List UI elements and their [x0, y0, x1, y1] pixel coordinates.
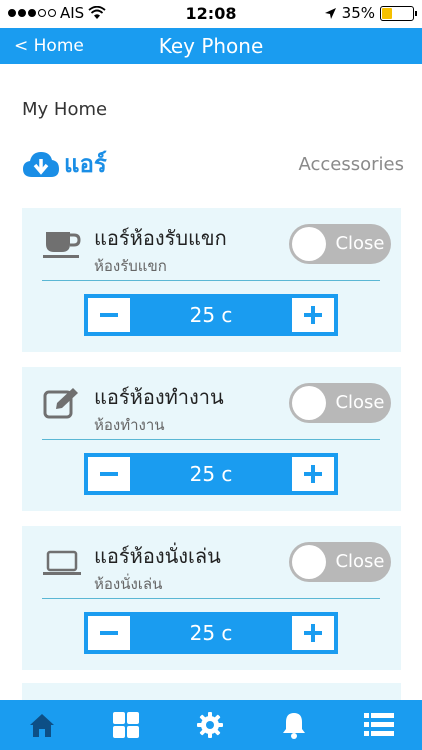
tab-home[interactable]: [0, 700, 84, 750]
battery-fill: [382, 7, 393, 19]
temperature-stepper: 25 c: [84, 294, 338, 336]
bell-icon: [283, 713, 305, 739]
tab-devices[interactable]: [84, 700, 168, 750]
toggle-label: Close: [335, 392, 385, 413]
increase-button[interactable]: [292, 457, 334, 491]
coffee-cup-icon: [43, 232, 81, 258]
temperature-value: 25 c: [189, 303, 233, 327]
battery-percent: 35%: [341, 4, 375, 22]
laptop-icon: [43, 550, 81, 575]
device-card: แอร์ห้องรับแขก ห้องรับแขก Close 25 c: [22, 208, 401, 352]
toggle-label: Close: [335, 551, 385, 572]
tab-bar: [0, 700, 422, 750]
location-arrow-icon: [324, 7, 336, 19]
status-right: 35%: [324, 4, 417, 22]
device-title: แอร์ห้องทำงาน: [94, 385, 224, 409]
section-header: แอร์: [22, 144, 107, 183]
device-room: ห้องรับแขก: [94, 257, 167, 275]
temperature-stepper: 25 c: [84, 612, 338, 654]
list-icon: [364, 713, 394, 736]
toggle-label: Close: [335, 233, 385, 254]
power-toggle[interactable]: Close: [289, 383, 391, 423]
increase-button[interactable]: [292, 616, 334, 650]
section-title: แอร์: [64, 150, 107, 178]
divider: [42, 598, 380, 599]
tab-settings[interactable]: [168, 700, 252, 750]
gear-icon: [197, 712, 223, 738]
divider: [42, 439, 380, 440]
toggle-knob: [292, 545, 326, 579]
back-button[interactable]: < Home: [14, 36, 84, 56]
tab-menu[interactable]: [336, 700, 420, 750]
tab-notifications[interactable]: [252, 700, 336, 750]
minus-icon: [100, 631, 118, 635]
battery-icon: [380, 5, 417, 21]
device-card: แอร์ห้องนั่งเล่น ห้องนั่งเล่น Close 25 c: [22, 526, 401, 670]
device-room: ห้องทำงาน: [94, 416, 165, 434]
cloud-download-icon: [23, 151, 59, 177]
toggle-knob: [292, 386, 326, 420]
toggle-knob: [292, 227, 326, 261]
device-title: แอร์ห้องนั่งเล่น: [94, 544, 221, 568]
power-toggle[interactable]: Close: [289, 542, 391, 582]
temperature-value: 25 c: [189, 621, 233, 645]
minus-icon: [100, 313, 118, 317]
status-bar: AIS 12:08 35%: [0, 0, 422, 28]
device-card: แอร์ห้องทำงาน ห้องทำงาน Close 25 c: [22, 367, 401, 511]
home-label: My Home: [22, 99, 108, 120]
power-toggle[interactable]: Close: [289, 224, 391, 264]
decrease-button[interactable]: [88, 616, 130, 650]
minus-icon: [100, 472, 118, 476]
divider: [42, 280, 380, 281]
device-room: ห้องนั่งเล่น: [94, 575, 163, 593]
increase-button[interactable]: [292, 298, 334, 332]
temperature-stepper: 25 c: [84, 453, 338, 495]
nav-bar: < Home Key Phone: [0, 28, 422, 64]
decrease-button[interactable]: [88, 298, 130, 332]
device-title: แอร์ห้องรับแขก: [94, 226, 227, 250]
temperature-value: 25 c: [189, 462, 233, 486]
decrease-button[interactable]: [88, 457, 130, 491]
edit-icon: [43, 388, 78, 419]
grid-icon: [113, 712, 139, 738]
home-icon: [30, 714, 54, 737]
accessories-link[interactable]: Accessories: [299, 154, 405, 175]
